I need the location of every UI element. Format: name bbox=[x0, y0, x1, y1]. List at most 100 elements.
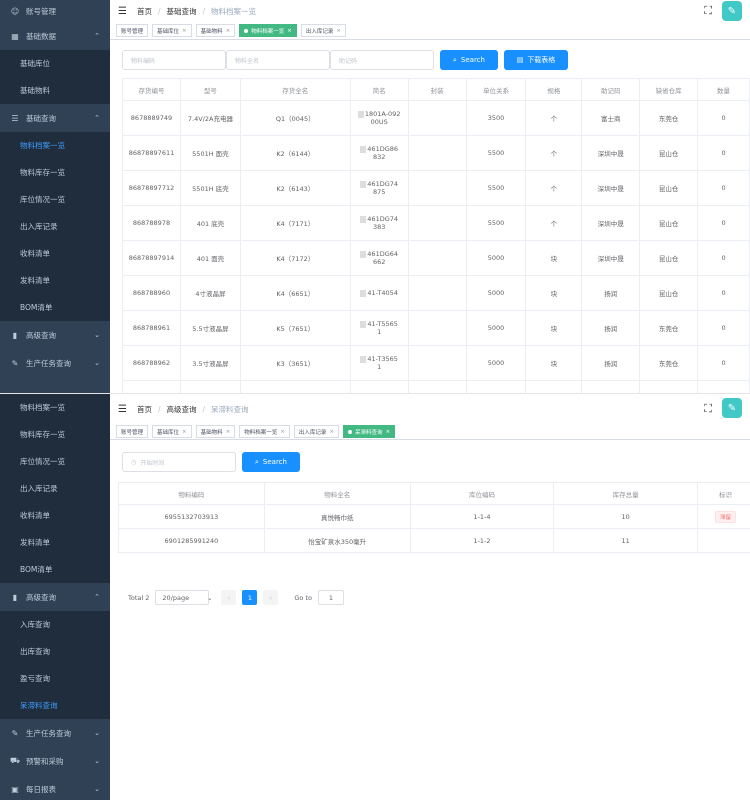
search-button[interactable]: ⌕ Search bbox=[440, 50, 498, 70]
tag-material-archive[interactable]: 物料档案一览 × bbox=[239, 24, 297, 37]
sidebar-item-io-records[interactable]: 出入库记录 bbox=[0, 213, 110, 240]
cell-text: 41-T3565 1 bbox=[367, 355, 398, 371]
sidebar-item-location-status[interactable]: 库位情况一览 bbox=[0, 448, 110, 475]
sidebar-group-warning-purchase[interactable]: ⛟ 预警和采购 ⌄ bbox=[0, 747, 110, 775]
sidebar-group-production-query[interactable]: ✎ 生产任务查询 ⌄ bbox=[0, 349, 110, 377]
tag-basic-material[interactable]: 基础物料 × bbox=[195, 425, 236, 438]
sidebar-item-inbound-query[interactable]: 入库查询 bbox=[0, 611, 110, 638]
tag-material-archive[interactable]: 物料档案一览 × bbox=[239, 425, 290, 438]
close-icon[interactable]: × bbox=[182, 429, 187, 435]
sidebar-item-account[interactable]: ☺ 账号管理 bbox=[0, 0, 110, 22]
sidebar-item-io-records[interactable]: 出入库记录 bbox=[0, 475, 110, 502]
breadcrumb-separator: / bbox=[157, 6, 161, 16]
sidebar-item-material-archive[interactable]: 物料档案一览 bbox=[0, 394, 110, 421]
sidebar-group-basic-query[interactable]: ☰ 基础查询 ⌃ bbox=[0, 104, 110, 132]
goto-page-input[interactable]: 1 bbox=[318, 590, 344, 605]
sidebar-item-issue-list[interactable]: 发料清单 bbox=[0, 529, 110, 556]
table-cell: 461DG64 662 bbox=[349, 240, 409, 276]
table-row[interactable]: 二维扫码头模 RT465574 bbox=[122, 380, 750, 393]
table-body: 8678889749 7.4V/2A充电器 Q1（0045） 1801A-092 00… bbox=[122, 100, 750, 393]
breadcrumb-home[interactable]: 首页 bbox=[137, 404, 152, 415]
tag-basic-location[interactable]: 基础库位 × bbox=[152, 425, 192, 438]
tag-basic-location[interactable]: 基础库位 × bbox=[152, 24, 192, 37]
tag-io-records[interactable]: 出入库记录 × bbox=[293, 425, 340, 438]
redacted-mark bbox=[360, 355, 367, 363]
table-cell bbox=[407, 345, 467, 381]
table-row[interactable]: 86878897914 401 面壳 K4（7172） 461DG64 662 5000… bbox=[122, 240, 750, 276]
tags-view: 账号管理 基础库位 × 基础物料 × 物料档案一览 × 出入库记录 × 呆滞料查询 × bbox=[110, 424, 750, 440]
material-code-input[interactable]: 物料编码 bbox=[122, 50, 226, 70]
search-button[interactable]: ⌕ Search bbox=[242, 452, 300, 472]
sidebar-group-daily-report[interactable]: ▣ 每日报表 ⌄ bbox=[0, 775, 110, 800]
close-icon[interactable]: × bbox=[386, 429, 391, 435]
table-cell: 0 bbox=[697, 100, 750, 136]
table-row[interactable]: 86878897611 5501H 面壳 K2（6144） 461DG86 832 55… bbox=[122, 135, 750, 171]
sidebar-item-profit-loss-query[interactable]: 盈亏查询 bbox=[0, 665, 110, 692]
sidebar-item-outbound-query[interactable]: 出库查询 bbox=[0, 638, 110, 665]
sidebar-item-bom-list[interactable]: BOM清单 bbox=[0, 294, 110, 321]
fullscreen-icon[interactable]: ⛶ bbox=[704, 402, 712, 416]
sidebar-item-location-status[interactable]: 库位情况一览 bbox=[0, 186, 110, 213]
material-name-input[interactable]: 物料全名 bbox=[226, 50, 330, 70]
table-row[interactable]: 868788961 5.5寸液晶屏 K5（7651） 41-T5565 1 5000 块扬… bbox=[122, 310, 750, 346]
avatar[interactable]: ✎ bbox=[722, 398, 742, 418]
close-icon[interactable]: × bbox=[280, 429, 285, 435]
hamburger-icon[interactable]: ☰ bbox=[118, 6, 127, 17]
close-icon[interactable]: × bbox=[226, 28, 231, 34]
sidebar-group-production-query[interactable]: ✎ 生产任务查询 ⌄ bbox=[0, 719, 110, 747]
page-size-select[interactable]: 20/page ⌄ bbox=[155, 590, 213, 605]
chevron-up-icon: ⌃ bbox=[94, 593, 100, 601]
sidebar-item-material-stock[interactable]: 物料库存一览 bbox=[0, 159, 110, 186]
sidebar-item-basic-location[interactable]: 基础库位 bbox=[0, 50, 110, 77]
start-time-input[interactable]: ◷ 开始时间 bbox=[122, 452, 236, 472]
sidebar-item-basic-material[interactable]: 基础物料 bbox=[0, 77, 110, 104]
hamburger-icon[interactable]: ☰ bbox=[118, 404, 127, 415]
table-cell: 10 bbox=[553, 504, 699, 529]
sidebar-item-material-stock[interactable]: 物料库存一览 bbox=[0, 421, 110, 448]
table-cell: 5000 bbox=[465, 240, 527, 276]
table-cell bbox=[407, 135, 467, 171]
sidebar-group-basic-data[interactable]: ▦ 基础数据 ⌃ bbox=[0, 22, 110, 50]
sidebar-item-receive-list[interactable]: 收料清单 bbox=[0, 240, 110, 267]
table-cell: 461DG74 875 bbox=[349, 170, 409, 206]
tag-account[interactable]: 账号管理 bbox=[116, 425, 149, 438]
close-icon[interactable]: × bbox=[182, 28, 187, 34]
tag-io-records[interactable]: 出入库记录 × bbox=[300, 24, 347, 37]
breadcrumb-section[interactable]: 基础查询 bbox=[167, 6, 197, 17]
sidebar-group-advanced-query[interactable]: ▮ 高级查询 ⌄ bbox=[0, 321, 110, 349]
close-icon[interactable]: × bbox=[287, 28, 292, 34]
next-page-button[interactable]: › bbox=[263, 590, 279, 605]
page-number-button[interactable]: 1 bbox=[242, 590, 258, 605]
sidebar-item-receive-list[interactable]: 收料清单 bbox=[0, 502, 110, 529]
chevron-down-icon: ⌄ bbox=[94, 785, 100, 793]
sidebar-item-issue-list[interactable]: 发料清单 bbox=[0, 267, 110, 294]
sidebar-item-stagnant-query[interactable]: 呆滞料查询 bbox=[0, 692, 110, 719]
breadcrumb-current: 呆滞料查询 bbox=[211, 404, 249, 414]
fullscreen-icon[interactable]: ⛶ bbox=[704, 4, 712, 18]
tag-basic-material[interactable]: 基础物料 × bbox=[195, 24, 236, 37]
close-icon[interactable]: × bbox=[336, 28, 341, 34]
table-row[interactable]: 8678889749 7.4V/2A充电器 Q1（0045） 1801A-092 00… bbox=[122, 100, 750, 136]
avatar[interactable]: ✎ bbox=[722, 1, 742, 21]
table-row[interactable]: 868788978 401 底壳 K4（7171） 461DG74 383 5500 个深… bbox=[122, 205, 750, 241]
download-table-button[interactable]: ▤ 下载表格 bbox=[504, 50, 568, 70]
mnemonic-input[interactable]: 助记码 bbox=[330, 50, 434, 70]
close-icon[interactable]: × bbox=[329, 429, 334, 435]
tag-stagnant-query[interactable]: 呆滞料查询 × bbox=[343, 425, 396, 438]
breadcrumb-section[interactable]: 高级查询 bbox=[167, 404, 197, 415]
tag-account[interactable]: 账号管理 bbox=[116, 24, 149, 37]
breadcrumb-home[interactable]: 首页 bbox=[137, 6, 152, 17]
close-icon[interactable]: × bbox=[226, 429, 231, 435]
table-row[interactable]: 6955132703913 真悦畅巾纸 1-1-4 10 滞留 bbox=[118, 504, 750, 529]
cell-text: 1801A-092 00US bbox=[364, 110, 401, 126]
chevron-down-icon: ⌄ bbox=[94, 729, 100, 737]
table-row[interactable]: 868788960 4寸液晶屏 K4（6651） 41-T4054 5000 块扬润 昆山仓… bbox=[122, 275, 750, 311]
table-cell: 41-T4054 bbox=[349, 275, 409, 311]
table-row[interactable]: 6901285991240 怡宝矿泉水350毫升 1-1-2 11 bbox=[118, 528, 750, 553]
prev-page-button[interactable]: ‹ bbox=[221, 590, 237, 605]
sidebar-group-advanced-query[interactable]: ▮ 高级查询 ⌃ bbox=[0, 583, 110, 611]
sidebar-item-material-archive[interactable]: 物料档案一览 bbox=[0, 132, 110, 159]
table-row[interactable]: 86878897712 5501H 底壳 K2（6143） 461DG74 875 55… bbox=[122, 170, 750, 206]
table-row[interactable]: 868788962 3.5寸液晶屏 K3（3651） 41-T3565 1 5000 块扬… bbox=[122, 345, 750, 381]
sidebar-item-bom-list[interactable]: BOM清单 bbox=[0, 556, 110, 583]
